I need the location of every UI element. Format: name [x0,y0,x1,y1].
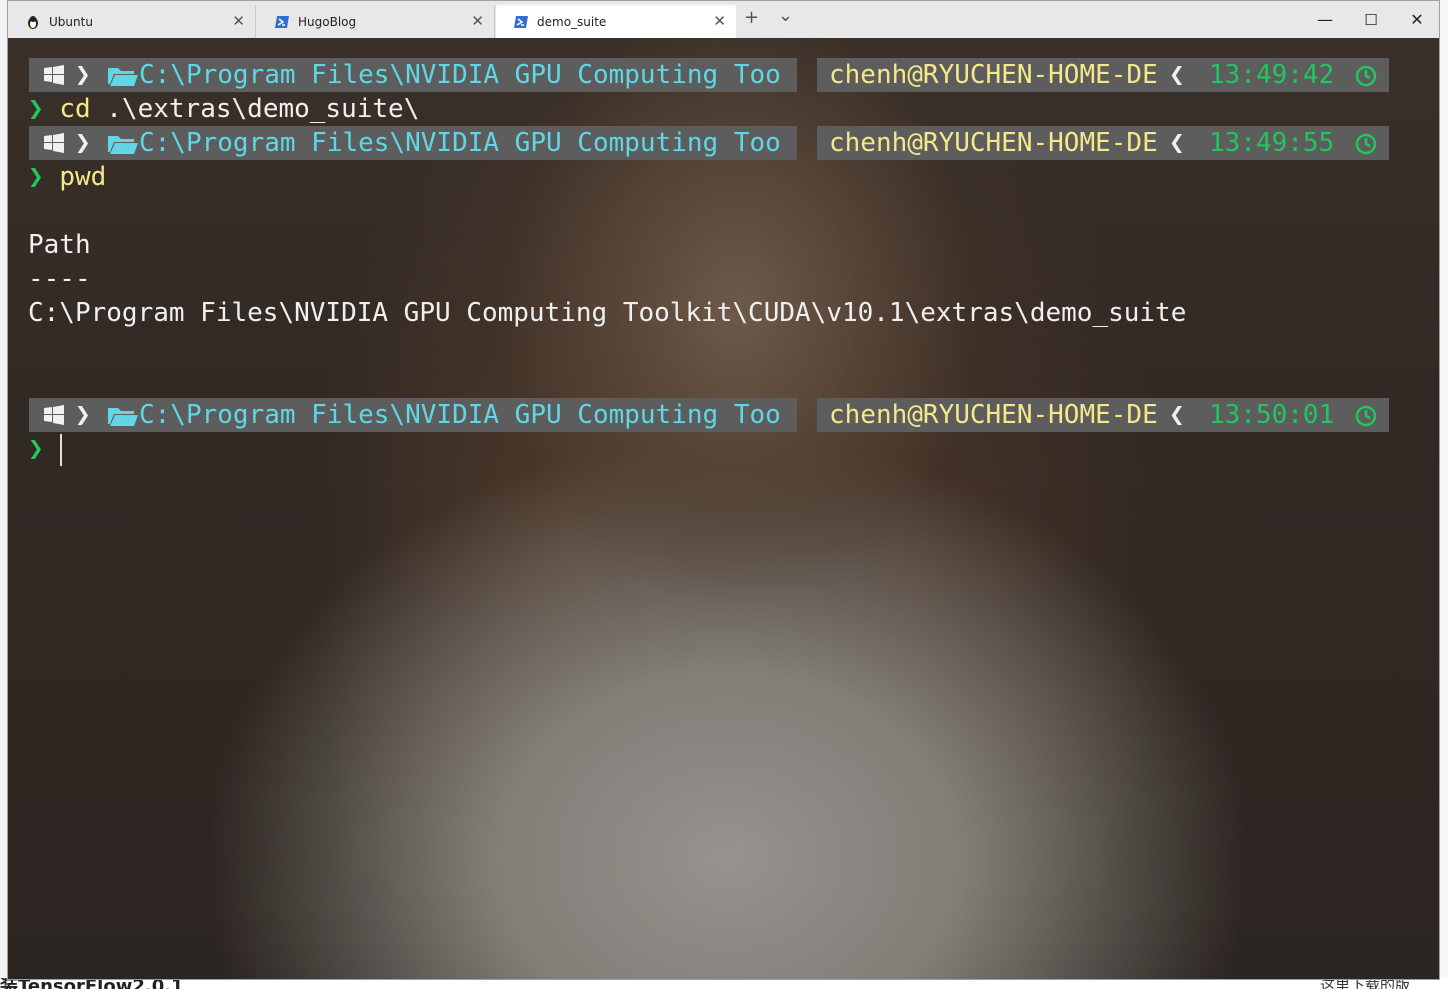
chevron-right-icon: ❯ [75,60,91,90]
clock-icon [1355,133,1377,155]
command-line: ❯ pwd [28,160,106,194]
prompt-path-segment: ❯ C:\Program Files\NVIDIA GPU Computing … [29,58,797,92]
command-line: ❯ cd .\extras\demo_suite\ [28,94,420,124]
prompt-time: 13:49:42 [1209,60,1335,90]
clock-icon [1355,405,1377,427]
prompt-status-segment: chenh@RYUCHEN-HOME-DE ❮ 13:50:01 [817,398,1389,432]
prompt-path: C:\Program Files\NVIDIA GPU Computing To… [139,60,781,90]
powershell-icon [275,15,289,28]
powershell-icon [514,15,528,28]
title-bar[interactable]: Ubuntu ✕ HugoBlog ✕ demo_suite ✕ + ⌄ — ☐… [8,1,1439,38]
windows-logo-icon [44,65,64,85]
prompt-path-segment: ❯ C:\Program Files\NVIDIA GPU Computing … [29,398,797,432]
prompt-status-segment: chenh@RYUCHEN-HOME-DE ❮ 13:49:42 [817,58,1389,92]
folder-open-icon [108,68,138,86]
output-header: Path [28,230,91,260]
tab-label: demo_suite [537,14,607,29]
chevron-right-icon: ❯ [75,400,91,430]
active-command-line[interactable]: ❯ [28,432,44,466]
command-text: pwd [59,162,107,192]
linux-penguin-icon [28,15,38,29]
chevron-down-icon[interactable]: ⌄ [778,5,793,26]
prompt-bar: ❯ C:\Program Files\NVIDIA GPU Computing … [29,126,1389,160]
close-tab-icon[interactable]: ✕ [471,12,484,30]
desktop-right-edge [1440,0,1448,989]
command-args: .\extras\demo_suite\ [106,94,420,124]
windows-terminal-window: Ubuntu ✕ HugoBlog ✕ demo_suite ✕ + ⌄ — ☐… [7,0,1440,980]
chevron-left-icon: ❮ [1169,60,1185,90]
folder-open-icon [108,136,138,154]
tab-hugoblog[interactable]: HugoBlog ✕ [257,5,495,38]
output-underline: ---- [28,264,91,294]
tab-ubuntu[interactable]: Ubuntu ✕ [8,5,256,38]
terminal-pane[interactable]: ❯ C:\Program Files\NVIDIA GPU Computing … [8,38,1439,979]
folder-open-icon [108,408,138,426]
prompt-time: 13:49:55 [1209,128,1335,158]
prompt-status-segment: chenh@RYUCHEN-HOME-DE ❮ 13:49:55 [817,126,1389,160]
prompt-caret: ❯ [28,434,44,464]
prompt-bar: ❯ C:\Program Files\NVIDIA GPU Computing … [29,58,1389,92]
chevron-left-icon: ❮ [1169,128,1185,158]
prompt-path: C:\Program Files\NVIDIA GPU Computing To… [139,400,781,430]
tab-demo-suite[interactable]: demo_suite ✕ [496,5,736,38]
windows-logo-icon [44,405,64,425]
chevron-left-icon: ❮ [1169,400,1185,430]
close-window-button[interactable]: ✕ [1394,5,1439,35]
chevron-right-icon: ❯ [75,128,91,158]
prompt-path: C:\Program Files\NVIDIA GPU Computing To… [139,128,781,158]
text-cursor [60,434,62,466]
output-value: C:\Program Files\NVIDIA GPU Computing To… [28,298,1187,328]
minimize-button[interactable]: — [1302,5,1348,35]
close-tab-icon[interactable]: ✕ [713,12,726,30]
prompt-bar: ❯ C:\Program Files\NVIDIA GPU Computing … [29,398,1389,432]
tab-label: Ubuntu [49,14,93,29]
prompt-time: 13:50:01 [1209,400,1335,430]
prompt-user: chenh@RYUCHEN-HOME-DE [829,400,1158,430]
prompt-caret: ❯ [28,94,44,124]
tab-label: HugoBlog [298,14,357,29]
prompt-path-segment: ❯ C:\Program Files\NVIDIA GPU Computing … [29,126,797,160]
windows-logo-icon [44,133,64,153]
close-tab-icon[interactable]: ✕ [232,12,245,30]
new-tab-button[interactable]: + [744,7,759,28]
prompt-user: chenh@RYUCHEN-HOME-DE [829,60,1158,90]
maximize-button[interactable]: ☐ [1348,5,1394,35]
prompt-caret: ❯ [28,162,44,192]
clock-icon [1355,65,1377,87]
prompt-user: chenh@RYUCHEN-HOME-DE [829,128,1158,158]
